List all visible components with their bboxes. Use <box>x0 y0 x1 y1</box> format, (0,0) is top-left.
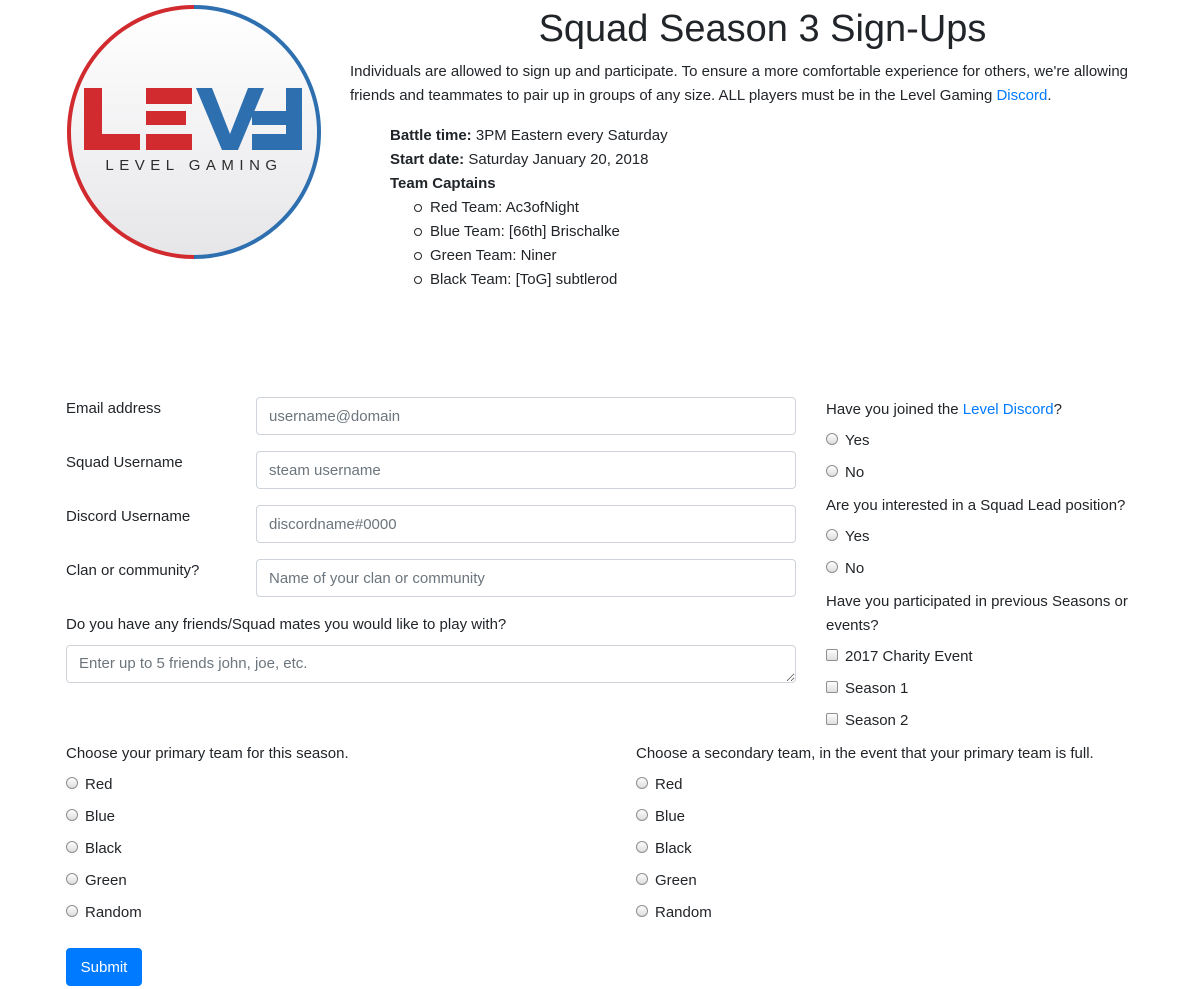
clan-label: Clan or community? <box>66 562 200 579</box>
squad-lead-yes[interactable]: Yes <box>826 526 869 548</box>
discord-link[interactable]: Discord <box>996 87 1047 104</box>
friends-label: Do you have any friends/Squad mates you … <box>66 616 507 633</box>
discord-username-field[interactable] <box>256 505 796 543</box>
discord-joined-yes[interactable]: Yes <box>826 430 869 452</box>
list-item: Red Team: Ac3ofNight <box>414 196 668 220</box>
secondary-team-random[interactable]: Random <box>636 902 712 924</box>
page-title: Squad Season 3 Sign-Ups <box>538 8 987 50</box>
clan-field[interactable] <box>256 559 796 597</box>
friends-textarea[interactable] <box>66 645 796 683</box>
list-item: Green Team: Niner <box>414 244 668 268</box>
discord-joined-question: Have you joined the Level Discord? <box>826 401 1062 418</box>
secondary-team-black[interactable]: Black <box>636 838 692 860</box>
radio-icon[interactable] <box>826 433 838 445</box>
secondary-team-red[interactable]: Red <box>636 774 683 796</box>
start-date: Start date: Saturday January 20, 2018 <box>390 151 649 168</box>
checkbox-icon[interactable] <box>826 649 838 661</box>
radio-icon[interactable] <box>636 809 648 821</box>
checkbox-icon[interactable] <box>826 681 838 693</box>
radio-icon[interactable] <box>66 777 78 789</box>
discord-username-label: Discord Username <box>66 508 191 525</box>
submit-button[interactable]: Submit <box>66 948 142 986</box>
intro-text: Individuals are allowed to sign up and p… <box>350 63 1129 104</box>
radio-icon[interactable] <box>636 873 648 885</box>
prev-season-2[interactable]: Season 2 <box>826 710 908 732</box>
previous-seasons-question: Have you participated in previous Season… <box>826 593 1128 634</box>
radio-icon[interactable] <box>66 841 78 853</box>
squad-lead-no[interactable]: No <box>826 558 864 580</box>
secondary-team-green[interactable]: Green <box>636 870 697 892</box>
circle-bullet-icon <box>414 228 422 236</box>
checkbox-icon[interactable] <box>826 713 838 725</box>
prev-season-1[interactable]: Season 1 <box>826 678 908 700</box>
secondary-team-question: Choose a secondary team, in the event th… <box>636 745 1094 762</box>
radio-icon[interactable] <box>636 841 648 853</box>
squad-username-field[interactable] <box>256 451 796 489</box>
squad-lead-question: Are you interested in a Squad Lead posit… <box>826 497 1126 514</box>
level-discord-link[interactable]: Level Discord <box>963 401 1054 418</box>
email-label: Email address <box>66 400 162 417</box>
radio-icon[interactable] <box>826 465 838 477</box>
event-details: Battle time: 3PM Eastern every Saturday … <box>390 124 668 292</box>
email-field[interactable] <box>256 397 796 435</box>
circle-bullet-icon <box>414 204 422 212</box>
battle-time: Battle time: 3PM Eastern every Saturday <box>390 127 668 144</box>
radio-icon[interactable] <box>826 561 838 573</box>
primary-team-blue[interactable]: Blue <box>66 806 115 828</box>
list-item: Black Team: [ToG] subtlerod <box>414 268 668 292</box>
radio-icon[interactable] <box>826 529 838 541</box>
discord-joined-no[interactable]: No <box>826 462 864 484</box>
radio-icon[interactable] <box>66 905 78 917</box>
primary-team-green[interactable]: Green <box>66 870 127 892</box>
primary-team-red[interactable]: Red <box>66 774 113 796</box>
list-item: Blue Team: [66th] Brischalke <box>414 220 668 244</box>
primary-team-black[interactable]: Black <box>66 838 122 860</box>
primary-team-question: Choose your primary team for this season… <box>66 745 349 762</box>
circle-bullet-icon <box>414 276 422 284</box>
level-gaming-logo: LEVEL GAMING <box>67 5 321 259</box>
radio-icon[interactable] <box>636 905 648 917</box>
primary-team-random[interactable]: Random <box>66 902 142 924</box>
team-captains-heading: Team Captains <box>390 175 496 192</box>
prev-charity-event[interactable]: 2017 Charity Event <box>826 646 973 668</box>
radio-icon[interactable] <box>636 777 648 789</box>
logo-text: LEVEL GAMING <box>105 157 282 174</box>
captains-list: Red Team: Ac3ofNight Blue Team: [66th] B… <box>390 196 668 292</box>
secondary-team-blue[interactable]: Blue <box>636 806 685 828</box>
circle-bullet-icon <box>414 252 422 260</box>
squad-username-label: Squad Username <box>66 454 183 471</box>
radio-icon[interactable] <box>66 873 78 885</box>
radio-icon[interactable] <box>66 809 78 821</box>
